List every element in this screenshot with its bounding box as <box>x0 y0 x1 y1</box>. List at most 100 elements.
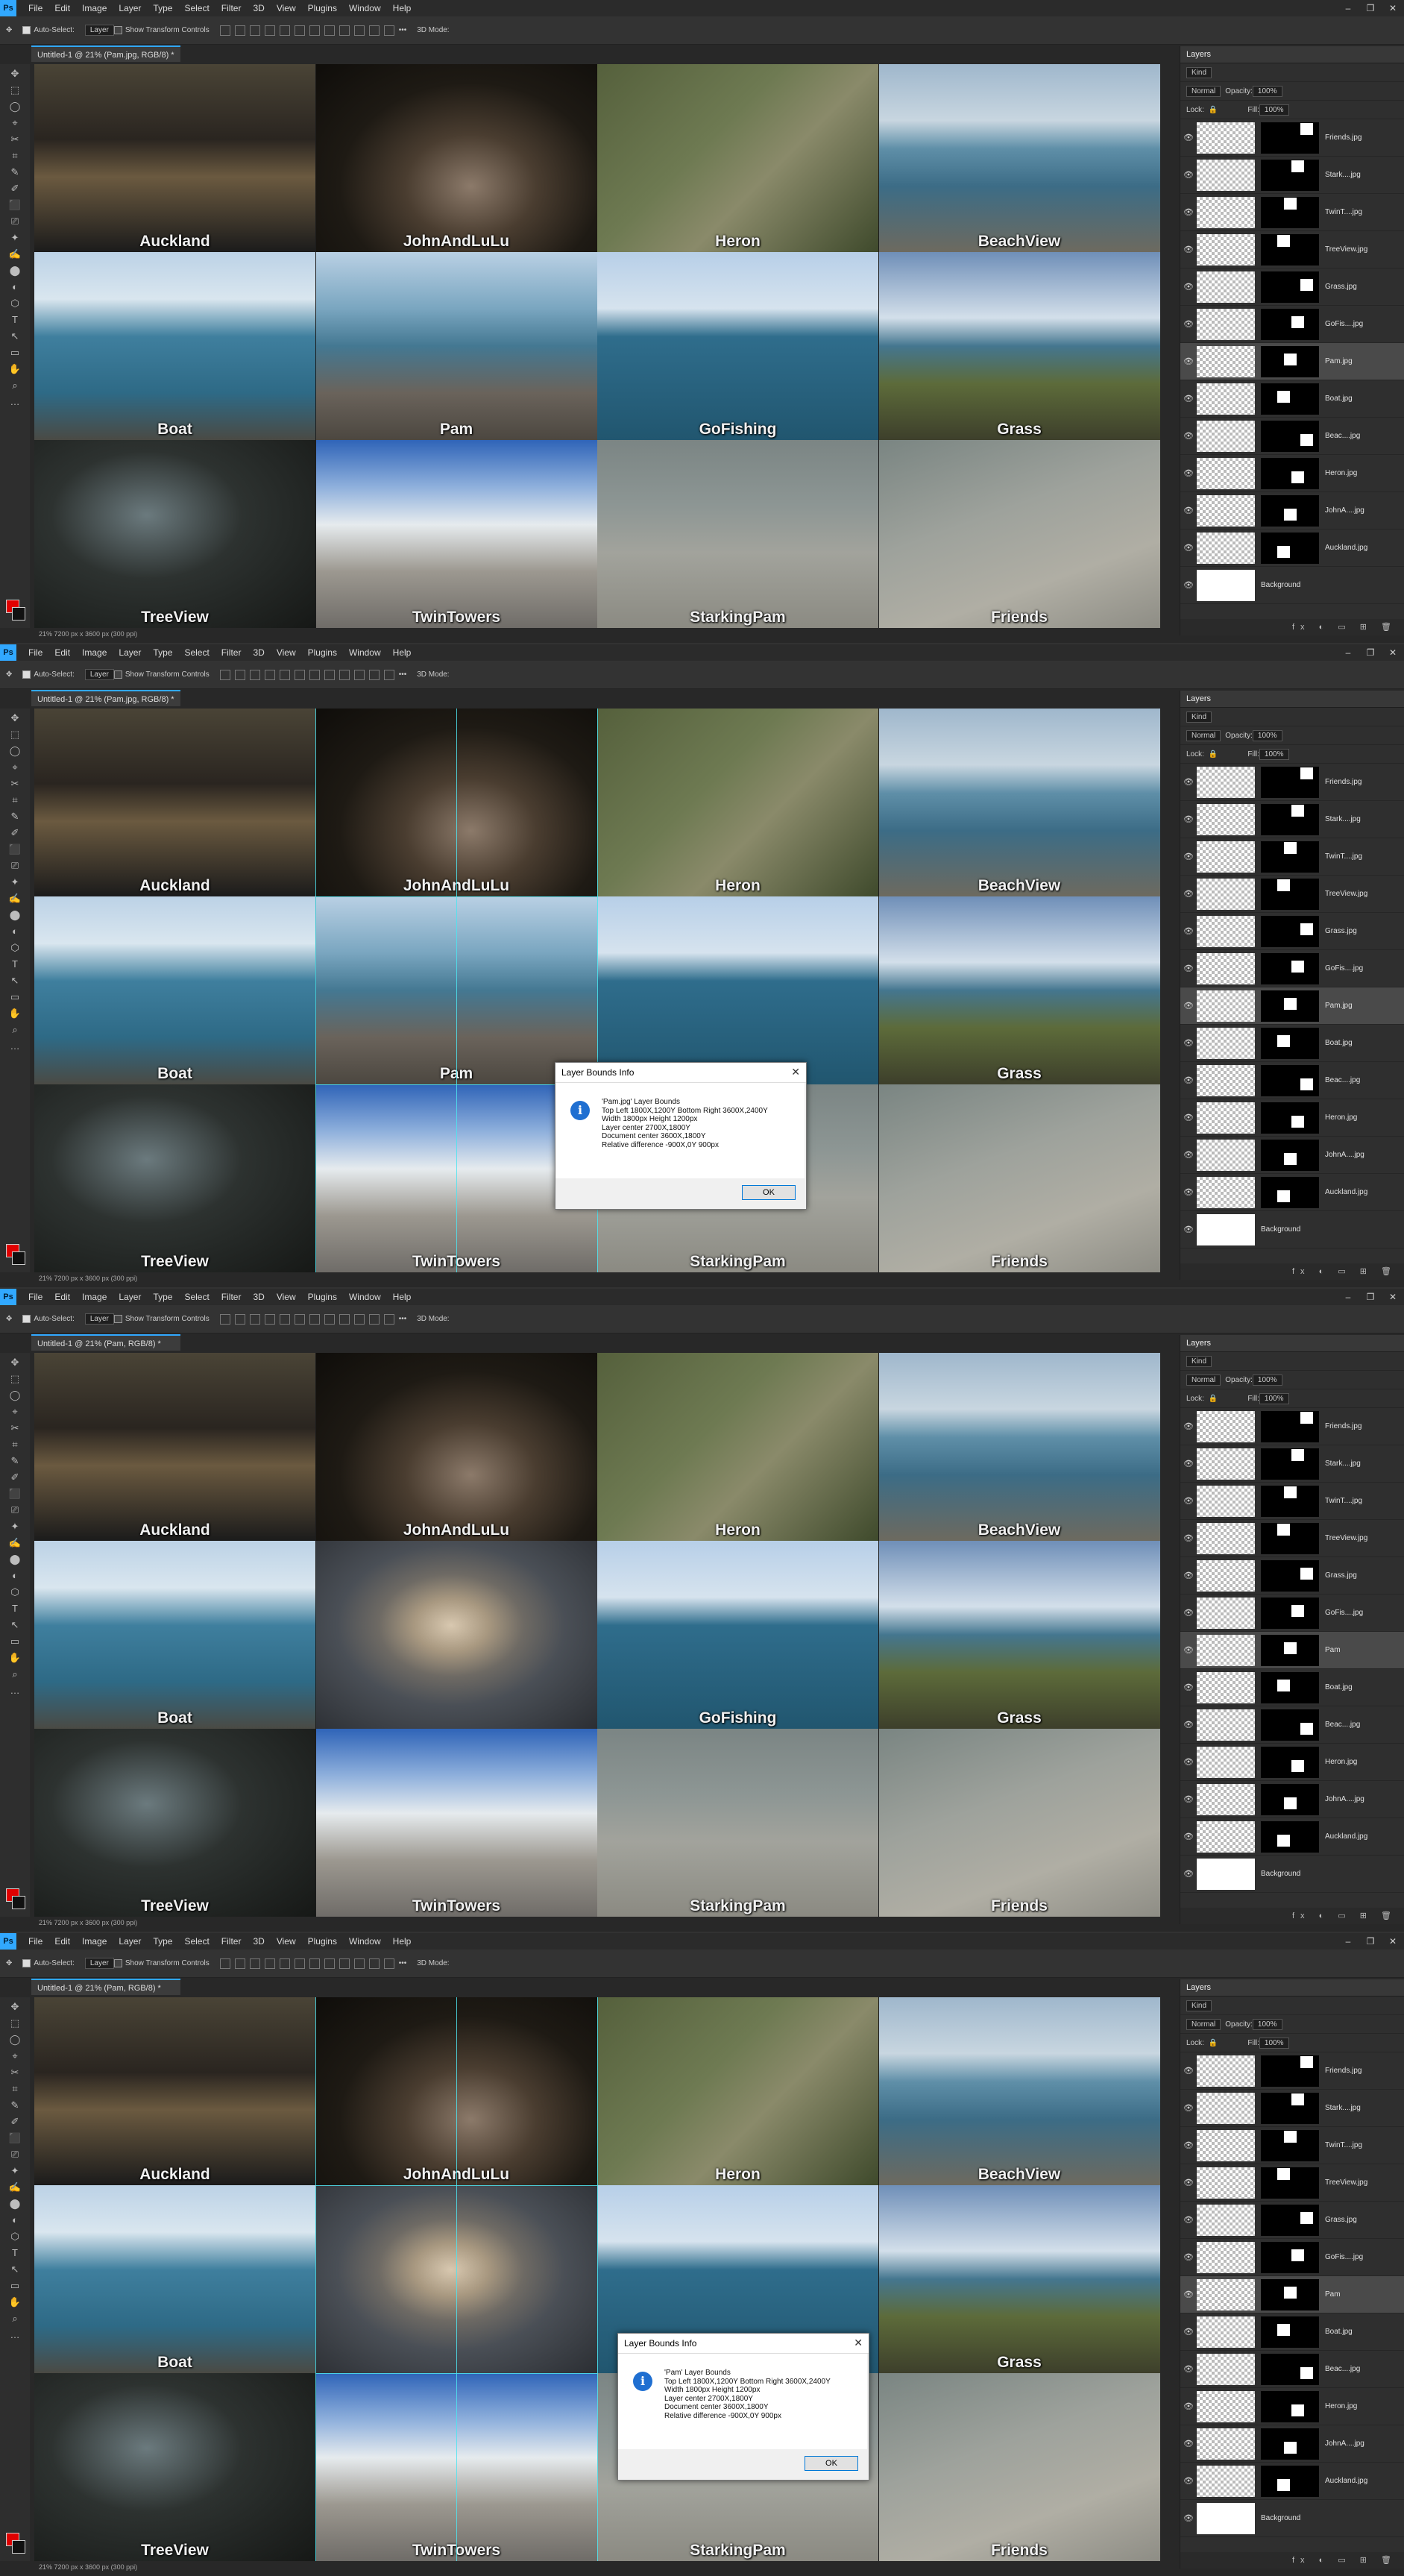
kind-filter-select[interactable]: Kind <box>1186 66 1212 78</box>
visibility-eye-icon[interactable]: 👁 <box>1180 207 1197 217</box>
transform-controls-checkbox[interactable] <box>113 670 122 679</box>
align-icon[interactable] <box>234 1313 245 1325</box>
lock-icon[interactable]: 🔒 <box>1209 2039 1218 2047</box>
tool-9-icon[interactable]: ⎚ <box>8 2148 22 2161</box>
visibility-eye-icon[interactable]: 👁 <box>1180 2290 1197 2299</box>
tool-2-icon[interactable]: ◯ <box>8 1389 22 1402</box>
align-icon[interactable] <box>249 1958 260 1969</box>
tool-16-icon[interactable]: ↖ <box>8 2263 22 2276</box>
layer-row[interactable]: 👁 Auckland.jpg <box>1180 1174 1404 1211</box>
align-icon[interactable] <box>324 1313 335 1325</box>
tool-15-icon[interactable]: T <box>8 1602 22 1615</box>
layer-row[interactable]: 👁 Boat.jpg <box>1180 380 1404 418</box>
tool-9-icon[interactable]: ⎚ <box>8 215 22 228</box>
visibility-eye-icon[interactable]: 👁 <box>1180 2066 1197 2076</box>
tool-3-icon[interactable]: ⌖ <box>8 1405 22 1419</box>
menu-window[interactable]: Window <box>343 1289 387 1305</box>
layer-row[interactable]: 👁 Heron.jpg <box>1180 1744 1404 1781</box>
kind-filter-select[interactable]: Kind <box>1186 1355 1212 1367</box>
layer-row[interactable]: 👁 Pam <box>1180 1632 1404 1669</box>
tool-15-icon[interactable]: T <box>8 2246 22 2260</box>
auto-select-checkbox[interactable] <box>22 1315 31 1323</box>
layer-row[interactable]: 👁 TreeView.jpg <box>1180 876 1404 913</box>
visibility-eye-icon[interactable]: 👁 <box>1180 282 1197 292</box>
visibility-eye-icon[interactable]: 👁 <box>1180 431 1197 441</box>
menu-type[interactable]: Type <box>147 0 178 16</box>
align-icon[interactable] <box>339 1958 350 1969</box>
layer-row[interactable]: 👁 JohnA....jpg <box>1180 2425 1404 2463</box>
tool-20-icon[interactable]: … <box>8 395 22 409</box>
align-icon[interactable] <box>309 1313 320 1325</box>
menu-edit[interactable]: Edit <box>48 1933 76 1950</box>
align-icon[interactable] <box>383 25 394 36</box>
more-options-button[interactable]: ••• <box>399 670 407 679</box>
transform-controls-option[interactable]: Show Transform Controls <box>113 670 210 679</box>
tool-9-icon[interactable]: ⎚ <box>8 859 22 873</box>
visibility-eye-icon[interactable]: 👁 <box>1180 777 1197 787</box>
align-icon[interactable] <box>249 669 260 680</box>
kind-filter-select[interactable]: Kind <box>1186 1999 1212 2011</box>
menu-help[interactable]: Help <box>387 644 418 661</box>
layer-row[interactable]: 👁 TreeView.jpg <box>1180 1520 1404 1557</box>
align-icon[interactable] <box>309 1958 320 1969</box>
menu-3d[interactable]: 3D <box>247 1289 270 1305</box>
tool-3-icon[interactable]: ⌖ <box>8 116 22 130</box>
tool-16-icon[interactable]: ↖ <box>8 330 22 343</box>
menu-help[interactable]: Help <box>387 0 418 16</box>
layer-row[interactable]: 👁 Beac....jpg <box>1180 418 1404 455</box>
minimize-button[interactable]: – <box>1337 1933 1359 1950</box>
layer-row[interactable]: 👁 Pam.jpg <box>1180 343 1404 380</box>
menu-edit[interactable]: Edit <box>48 0 76 16</box>
visibility-eye-icon[interactable]: 👁 <box>1180 852 1197 861</box>
document-tab[interactable]: Untitled-1 @ 21% (Pam, RGB/8) * <box>31 1334 180 1351</box>
background-color-swatch[interactable] <box>12 1251 25 1265</box>
auto-select-option[interactable]: Auto-Select: <box>22 26 75 34</box>
align-icon[interactable] <box>279 1313 290 1325</box>
document-tab[interactable]: Untitled-1 @ 21% (Pam.jpg, RGB/8) * <box>31 45 180 62</box>
tool-8-icon[interactable]: ⬛ <box>8 843 22 856</box>
auto-select-option[interactable]: Auto-Select: <box>22 670 75 679</box>
visibility-eye-icon[interactable]: 👁 <box>1180 2178 1197 2187</box>
layer-row[interactable]: 👁 Background <box>1180 567 1404 604</box>
align-icon[interactable] <box>368 1313 380 1325</box>
visibility-eye-icon[interactable]: 👁 <box>1180 2215 1197 2225</box>
close-button[interactable]: ✕ <box>1382 1933 1404 1950</box>
visibility-eye-icon[interactable]: 👁 <box>1180 245 1197 254</box>
menu-select[interactable]: Select <box>178 1289 215 1305</box>
kind-filter-select[interactable]: Kind <box>1186 711 1212 723</box>
document-canvas[interactable]: AucklandJohnAndLuLuHeronBeachViewBoatGoF… <box>34 1997 1160 2561</box>
tool-18-icon[interactable]: ✋ <box>8 2296 22 2309</box>
layer-row[interactable]: 👁 JohnA....jpg <box>1180 1137 1404 1174</box>
tool-7-icon[interactable]: ✐ <box>8 826 22 840</box>
align-icon[interactable] <box>368 25 380 36</box>
layer-row[interactable]: 👁 Beac....jpg <box>1180 1706 1404 1744</box>
menu-file[interactable]: File <box>22 1289 48 1305</box>
restore-button[interactable]: ❐ <box>1359 0 1382 16</box>
align-icon[interactable] <box>353 1313 365 1325</box>
dialog-ok-button[interactable]: OK <box>742 1185 796 1200</box>
opacity-field[interactable]: 100% <box>1252 729 1282 741</box>
align-icon[interactable] <box>279 25 290 36</box>
visibility-eye-icon[interactable]: 👁 <box>1180 964 1197 973</box>
restore-button[interactable]: ❐ <box>1359 644 1382 661</box>
layer-row[interactable]: 👁 Background <box>1180 1856 1404 1893</box>
auto-select-checkbox[interactable] <box>22 1959 31 1967</box>
visibility-eye-icon[interactable]: 👁 <box>1180 2327 1197 2337</box>
visibility-eye-icon[interactable]: 👁 <box>1180 814 1197 824</box>
menu-edit[interactable]: Edit <box>48 1289 76 1305</box>
opacity-field[interactable]: 100% <box>1252 85 1282 97</box>
tool-4-icon[interactable]: ✂ <box>8 1421 22 1435</box>
dialog-close-icon[interactable]: ✕ <box>854 2337 863 2349</box>
layer-row[interactable]: 👁 Boat.jpg <box>1180 1669 1404 1706</box>
tool-19-icon[interactable]: ⌕ <box>8 1023 22 1037</box>
layer-row[interactable]: 👁 TreeView.jpg <box>1180 231 1404 268</box>
tool-8-icon[interactable]: ⬛ <box>8 2132 22 2145</box>
tool-12-icon[interactable]: ⬤ <box>8 1553 22 1566</box>
document-tab[interactable]: Untitled-1 @ 21% (Pam.jpg, RGB/8) * <box>31 690 180 706</box>
layer-row[interactable]: 👁 GoFis....jpg <box>1180 1595 1404 1632</box>
align-icon[interactable] <box>234 25 245 36</box>
background-color-swatch[interactable] <box>12 607 25 621</box>
visibility-eye-icon[interactable]: 👁 <box>1180 1832 1197 1841</box>
layer-row[interactable]: 👁 Heron.jpg <box>1180 1099 1404 1137</box>
align-icon[interactable] <box>383 1313 394 1325</box>
